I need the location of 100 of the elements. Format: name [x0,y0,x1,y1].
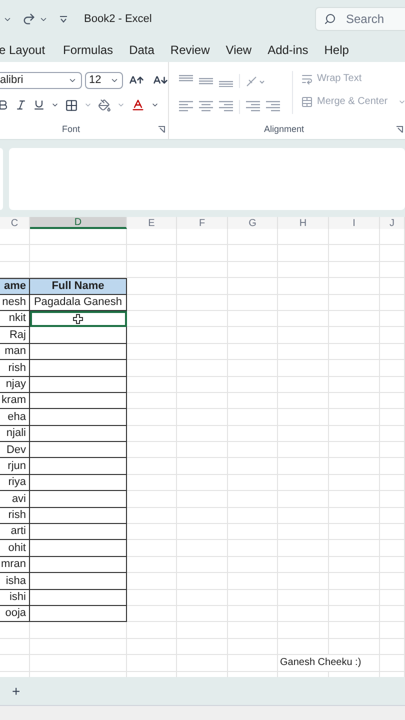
search-field[interactable]: Search [315,7,405,31]
table-cell [329,229,380,246]
table-cell [228,540,278,557]
table-cell [329,278,380,295]
table-cell [177,229,228,246]
table-cell [127,376,177,393]
table-cell [228,360,278,377]
table-cell: riya [0,474,30,492]
borders-dropdown-icon[interactable] [84,101,92,109]
table-cell [380,573,405,590]
column-header[interactable]: I [329,217,380,229]
table-cell: Dev [0,442,30,458]
menu-tab[interactable]: Data [129,41,154,59]
column-header[interactable]: J [380,217,405,229]
align-center-icon[interactable] [199,101,213,113]
table-cell [228,442,278,458]
table-cell [127,294,177,311]
table-cell [127,229,177,246]
table-cell [329,508,380,524]
table-cell [228,622,278,639]
table-cell [127,442,177,458]
table-cell [380,262,405,278]
merge-cells-icon [301,96,313,108]
fill-dropdown-icon[interactable] [117,101,125,109]
table-cell [380,294,405,311]
table-cell [127,622,177,639]
add-sheet-button[interactable]: + [12,680,20,702]
table-cell [329,327,380,344]
table-cell [177,556,228,574]
table-cell [380,606,405,622]
table-cell [380,655,405,672]
table-cell [278,556,329,574]
column-header[interactable]: C [0,217,30,229]
table-cell [329,344,380,360]
table-cell [177,442,228,458]
menu-tab[interactable]: Review [170,41,210,59]
font-name-field[interactable]: alibri [0,72,82,89]
table-cell: njali [0,426,30,442]
table-cell [177,638,228,656]
bold-icon[interactable] [0,99,9,111]
font-color-icon[interactable] [131,98,145,112]
table-cell: rish [0,508,30,524]
table-cell [278,229,329,246]
table-cell [177,409,228,426]
column-header[interactable]: D [30,217,127,229]
menu-tab[interactable]: Help [324,41,349,59]
font-color-dropdown-icon[interactable] [151,101,159,109]
align-left-icon[interactable] [179,101,193,113]
table-cell [278,590,329,606]
table-cell [380,622,405,639]
dialog-launcher-icon[interactable] [396,126,403,133]
header-cell: ame [0,278,30,295]
middle-align-icon[interactable] [199,75,213,87]
table-cell [127,655,177,672]
table-cell [177,590,228,606]
table-cell [0,622,30,639]
font-size-field[interactable]: 12 [85,72,123,89]
column-header[interactable]: F [177,217,228,229]
table-cell: avi [0,491,30,508]
table-cell [278,392,329,410]
table-cell [278,294,329,311]
table-cell [278,638,329,656]
table-cell [228,310,278,328]
table-cell [177,262,228,278]
borders-icon[interactable] [65,98,78,112]
table-cell [329,392,380,410]
menu-tab[interactable]: Formulas [63,41,114,59]
column-header[interactable]: E [127,217,177,229]
align-right-icon[interactable] [219,101,233,113]
italic-icon[interactable] [15,99,27,111]
table-cell [228,573,278,590]
column-header[interactable]: G [228,217,278,229]
menu-tab[interactable]: Add-ins [268,41,308,59]
fill-color-icon[interactable] [98,98,111,112]
table-cell [380,590,405,606]
table-cell [278,310,329,328]
table-cell [278,376,329,393]
dropdown-icon[interactable] [68,76,77,85]
redo-icon[interactable] [22,12,36,26]
table-cell [177,458,228,475]
table-cell [380,540,405,557]
table-cell [127,310,177,328]
table-cell [380,524,405,540]
dropdown-icon[interactable] [110,76,119,85]
column-header[interactable]: H [278,217,329,229]
underline-icon[interactable] [33,99,45,111]
table-cell [177,474,228,492]
customize-toolbar-icon[interactable] [60,16,67,22]
table-cell [177,327,228,344]
menu-tab[interactable]: View [226,41,252,59]
table-cell [228,458,278,475]
table-cell [228,508,278,524]
table-cell: Pagadala Ganesh [30,294,127,311]
table-cell [380,442,405,458]
table-cell [228,278,278,295]
table-cell [127,426,177,442]
dialog-launcher-icon[interactable] [158,126,165,133]
table-cell [329,622,380,639]
underline-dropdown-icon[interactable] [51,101,59,109]
table-cell: Ganesh Cheeku :) [278,655,380,672]
